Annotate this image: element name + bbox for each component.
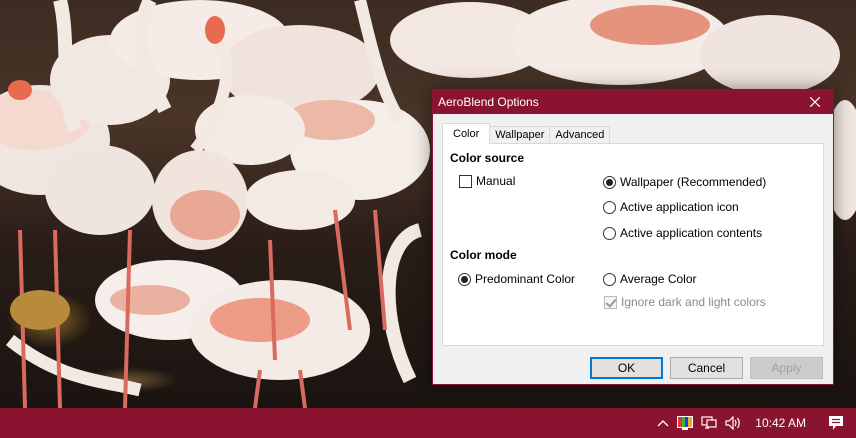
color-mode-heading: Color mode [450, 248, 517, 262]
ignore-colors-checkbox[interactable]: Ignore dark and light colors [604, 295, 766, 309]
close-button[interactable] [797, 90, 833, 114]
radio-average-color-label: Average Color [620, 272, 697, 286]
clock[interactable]: 10:42 AM [747, 408, 816, 438]
tab-color[interactable]: Color [442, 123, 491, 144]
tab-strip: Color Wallpaper Advanced [442, 123, 611, 144]
chevron-up-icon [657, 420, 669, 427]
radio-active-app-icon[interactable]: Active application icon [603, 200, 739, 214]
radio-predominant-color-label: Predominant Color [475, 272, 576, 286]
volume-icon [725, 416, 741, 430]
color-source-heading: Color source [450, 151, 525, 165]
manual-checkbox[interactable]: Manual [459, 174, 515, 188]
radio-active-app-contents-button[interactable] [603, 226, 616, 240]
radio-active-app-contents-label: Active application contents [620, 226, 763, 240]
tab-advanced[interactable]: Advanced [549, 126, 611, 144]
radio-active-app-icon-label: Active application icon [620, 200, 739, 214]
radio-average-color[interactable]: Average Color [603, 272, 697, 286]
tab-wallpaper[interactable]: Wallpaper [489, 126, 551, 144]
aeroblend-tray-button[interactable] [673, 408, 697, 438]
ok-button[interactable]: OK [590, 357, 663, 379]
radio-predominant-color-button[interactable] [458, 272, 471, 286]
radio-wallpaper[interactable]: Wallpaper (Recommended) [603, 175, 766, 189]
radio-average-color-button[interactable] [603, 272, 616, 286]
radio-wallpaper-button[interactable] [603, 175, 616, 189]
manual-checkbox-label: Manual [476, 174, 516, 188]
manual-checkbox-box[interactable] [459, 174, 472, 188]
color-palette-icon [677, 416, 694, 430]
close-icon [810, 97, 820, 107]
action-center-icon [829, 416, 843, 430]
radio-wallpaper-label: Wallpaper (Recommended) [620, 175, 767, 189]
action-center-button[interactable] [816, 408, 856, 438]
options-dialog: AeroBlend Options Color Wallpaper Advanc… [432, 89, 834, 385]
ignore-colors-label: Ignore dark and light colors [621, 295, 766, 309]
dialog-title: AeroBlend Options [438, 95, 539, 109]
radio-active-app-icon-button[interactable] [603, 200, 616, 214]
ignore-colors-checkbox-box[interactable] [604, 295, 617, 309]
network-icon [701, 416, 717, 429]
radio-predominant-color[interactable]: Predominant Color [458, 272, 575, 286]
dialog-titlebar[interactable]: AeroBlend Options [433, 90, 833, 114]
radio-active-app-contents[interactable]: Active application contents [603, 226, 762, 240]
show-hidden-icons-button[interactable] [653, 408, 673, 438]
color-tab-panel: Color source Manual Wallpaper (Recommend… [442, 143, 824, 346]
taskbar: 10:42 AM [0, 408, 856, 438]
network-button[interactable] [697, 408, 721, 438]
volume-button[interactable] [721, 408, 747, 438]
cancel-button[interactable]: Cancel [670, 357, 743, 379]
apply-button[interactable]: Apply [750, 357, 823, 379]
